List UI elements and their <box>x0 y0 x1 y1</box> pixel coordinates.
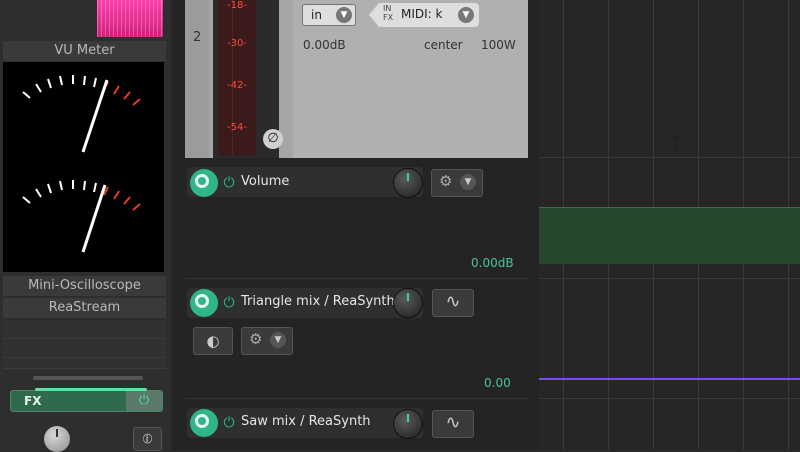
lane-separator <box>185 398 528 399</box>
pan-knob[interactable] <box>44 426 70 452</box>
envelope-name: Volume <box>241 174 290 189</box>
spectrum-display <box>97 0 163 37</box>
lane-separator <box>185 278 528 279</box>
chevron-down-icon: ▼ <box>460 174 476 190</box>
reastream-label[interactable]: ReaStream <box>3 298 166 318</box>
fx-label: FX <box>24 394 42 408</box>
envelope-settings-button[interactable]: ⚙ ▼ <box>431 169 483 197</box>
track-volume-readout[interactable]: 0.00dB <box>303 38 346 52</box>
vu-meter-top <box>22 75 141 153</box>
input-select[interactable]: in ▼ <box>302 4 356 26</box>
track-number-strip[interactable]: 2 <box>185 0 209 158</box>
envelope-value: 0.00dB <box>471 256 514 270</box>
envelope-settings-button[interactable]: ⚙ ▼ <box>241 327 293 355</box>
link-icon[interactable]: ⦶ <box>133 427 162 451</box>
fx-slot-empty[interactable] <box>3 320 166 339</box>
envelope-knob[interactable] <box>393 409 423 439</box>
meter-scale-label: -30- <box>227 38 247 49</box>
phase-invert-icon[interactable]: ∅ <box>263 129 283 149</box>
chevron-down-icon: ▼ <box>336 7 352 23</box>
power-icon[interactable]: ⏻ <box>221 295 237 311</box>
fx-slot-empty[interactable] <box>3 339 166 358</box>
envelope-knob[interactable] <box>393 288 423 318</box>
envelope-arm-button[interactable] <box>190 169 218 197</box>
waveform-icon[interactable]: ∿ <box>432 289 474 317</box>
track-row-line <box>539 157 800 158</box>
power-icon[interactable]: ⏻ <box>126 391 162 411</box>
envelope-value: 0.00 <box>484 376 511 390</box>
envelope-lane-selected[interactable] <box>539 207 800 264</box>
envelope-arm-button[interactable] <box>190 409 218 437</box>
input-select-value: in <box>311 8 322 22</box>
meter-scale-label: -18- <box>227 0 247 11</box>
midi-input-select[interactable]: IN FX MIDI: k ▼ <box>369 3 479 27</box>
power-icon[interactable]: ⏻ <box>221 175 237 191</box>
text-cursor-icon: Ɪ <box>671 132 683 156</box>
waveform-icon[interactable]: ∿ <box>432 410 474 438</box>
envelope-knob[interactable] <box>393 168 423 198</box>
gear-icon: ⚙ <box>439 172 453 190</box>
in-fx-tag: IN FX <box>383 4 394 22</box>
chevron-down-icon: ▼ <box>270 332 286 348</box>
chevron-down-icon: ▼ <box>458 7 474 23</box>
track-width-readout[interactable]: 100W <box>481 38 516 52</box>
track-pan-readout[interactable]: center <box>424 38 463 52</box>
power-icon[interactable]: ⏻ <box>221 415 237 431</box>
envelope-name: Saw mix / ReaSynth <box>241 414 371 429</box>
midi-input-value: MIDI: k <box>401 7 443 21</box>
track-row-line <box>539 398 800 399</box>
envelope-name: Triangle mix / ReaSynth <box>241 294 395 309</box>
fx-slot-empty[interactable] <box>3 358 166 369</box>
meter-scale-label: -54- <box>227 122 247 133</box>
vu-meter-display <box>3 62 164 272</box>
fx-level-indicator <box>35 388 147 391</box>
envelope-arm-button[interactable] <box>190 289 218 317</box>
gear-icon: ⚙ <box>249 330 263 348</box>
vu-meter-bottom <box>22 180 141 253</box>
fx-scroll-handle[interactable] <box>33 376 143 380</box>
envelope-line[interactable] <box>539 378 800 380</box>
mini-oscilloscope-label[interactable]: Mini-Oscilloscope <box>3 276 166 296</box>
track-number: 2 <box>193 30 202 45</box>
modulation-icon[interactable]: ◐ <box>193 327 233 355</box>
vu-meter-label[interactable]: VU Meter <box>3 41 166 61</box>
meter-scale-label: -42- <box>227 80 247 91</box>
fx-button[interactable]: FX ⏻ <box>10 390 163 412</box>
track-row-line <box>539 278 800 279</box>
